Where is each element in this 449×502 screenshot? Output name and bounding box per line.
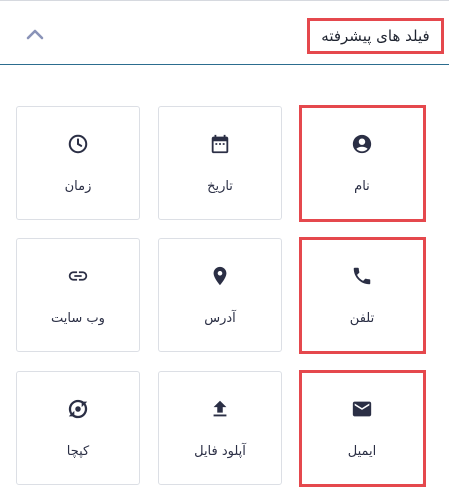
field-card-time[interactable]: زمان <box>16 106 140 220</box>
link-icon <box>67 265 89 287</box>
field-card-website[interactable]: وب سایت <box>16 238 140 352</box>
account-circle-icon <box>351 133 373 155</box>
field-card-phone[interactable]: تلفن <box>300 238 424 352</box>
location-pin-icon <box>209 265 231 287</box>
phone-icon <box>351 265 373 287</box>
field-label: آدرس <box>204 311 236 326</box>
upload-icon <box>209 398 231 420</box>
panel-header[interactable]: فیلد های پیشرفته <box>0 1 449 65</box>
field-card-date[interactable]: تاریخ <box>158 106 282 220</box>
field-label: آپلود فایل <box>194 444 246 459</box>
field-card-name[interactable]: نام <box>300 106 424 220</box>
panel-title: فیلد های پیشرفته <box>307 18 444 54</box>
chevron-up-icon[interactable] <box>24 25 46 43</box>
field-label: وب سایت <box>51 311 105 326</box>
field-label: کپچا <box>66 444 90 459</box>
mail-icon <box>351 398 373 420</box>
field-label: تلفن <box>349 311 375 326</box>
field-card-email[interactable]: ایمیل <box>300 371 424 485</box>
advanced-fields-panel: فیلد های پیشرفته نام تاریخ زمان تلفن آدر… <box>0 0 449 502</box>
captcha-icon <box>67 398 89 420</box>
clock-icon <box>67 133 89 155</box>
field-card-file-upload[interactable]: آپلود فایل <box>158 371 282 485</box>
field-label: تاریخ <box>207 179 233 194</box>
field-label: نام <box>354 179 370 194</box>
field-card-address[interactable]: آدرس <box>158 238 282 352</box>
field-label: ایمیل <box>347 444 377 459</box>
field-card-captcha[interactable]: کپچا <box>16 371 140 485</box>
field-label: زمان <box>64 179 92 194</box>
calendar-icon <box>209 133 231 155</box>
